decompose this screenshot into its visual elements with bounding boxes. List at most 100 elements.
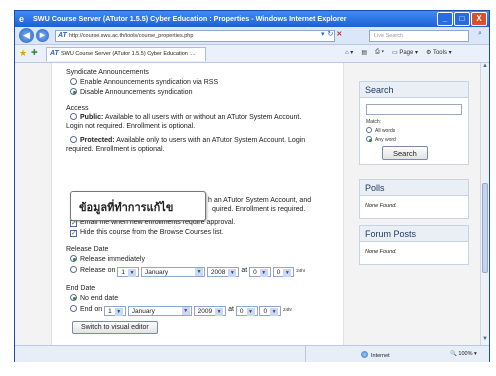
ie-icon: e [19,14,25,24]
back-button[interactable]: ◀ [19,28,34,43]
radio-selected-icon[interactable] [70,294,77,301]
edit-annotation-label: ข้อมูลที่ทำการแก้ไข [70,191,206,221]
end-minute-select[interactable]: 0 ▼ [259,306,282,316]
chevron-down-icon: ▼ [259,269,268,277]
window-title: SWU Course Server (ATutor 1.5.5) Cyber E… [33,14,347,23]
syndicate-disable-option[interactable]: Disable Announcements syndication [70,88,192,96]
add-favorite-icon[interactable]: ✚ [31,48,38,57]
stop-icon[interactable]: ✕ [336,30,342,38]
release-date-heading: Release Date [66,246,109,253]
chevron-down-icon: ▼ [128,269,136,277]
site-icon: AT [58,32,67,39]
chevron-down-icon: ▼ [114,308,123,316]
sidebar: Search Match: All words Any word Search … [349,63,479,345]
radio-icon[interactable] [70,305,77,312]
release-hour-select[interactable]: 0 ▼ [249,267,271,277]
print-icon[interactable]: ⎙ ▾ [375,49,384,56]
end-hour-select[interactable]: 0 ▼ [235,306,258,316]
release-immediately-option[interactable]: Release immediately [70,255,145,263]
access-heading: Access [66,105,89,112]
release-minute-select[interactable]: 0 ▼ [272,267,295,277]
end-month-select[interactable]: January ▼ [127,306,192,316]
release-on-option[interactable]: Release on 1 ▼ January ▼ 2008 ▼ at 0 ▼ 0 ▼ 24… [70,266,305,277]
chevron-down-icon: ▼ [228,269,237,277]
favorites-star-icon[interactable]: ★ [19,48,27,59]
release-year-select[interactable]: 2008 ▼ [206,267,240,277]
radio-icon[interactable] [70,266,77,273]
sidebar-search-button[interactable]: Search [382,146,428,160]
address-url: http://course.swu.ac.th/tools/course_pro… [69,33,194,39]
maximize-button[interactable]: □ [454,12,470,26]
window-controls: _ □ X [437,12,487,26]
release-month-select[interactable]: January ▼ [140,267,205,277]
checkbox-checked-icon[interactable]: ✓ [70,230,77,237]
radio-icon [366,127,372,133]
title-bar: e SWU Course Server (ATutor 1.5.5) Cyber… [15,11,489,27]
radio-icon[interactable] [70,136,77,143]
scroll-thumb[interactable] [482,183,488,273]
tab-site-icon: AT [50,50,59,57]
scroll-up-icon[interactable]: ▲ [481,63,489,72]
end-on-option[interactable]: End on 1 ▼ January ▼ 2009 ▼ at 0 ▼ 0 ▼ 24hr [70,305,292,316]
search-icon[interactable]: ⌕ [473,30,487,42]
tools-menu[interactable]: ⚙ Tools ▾ [426,49,452,56]
minimize-button[interactable]: _ [437,12,453,26]
all-words-option[interactable]: All words [366,127,395,134]
switch-visual-editor-button[interactable]: Switch to visual editor [72,321,158,334]
sidebar-search-input[interactable] [366,104,462,115]
dropdown-icon[interactable]: ▾ [321,30,325,38]
no-end-date-option[interactable]: No end date [70,294,118,302]
syndicate-enable-option[interactable]: Enable Announcements syndication via RSS [70,78,218,86]
radio-selected-icon[interactable] [70,88,77,95]
end-year-select[interactable]: 2009 ▼ [193,306,227,316]
status-bar: Internet 🔍 100% ▾ [15,345,489,362]
browser-window: e SWU Course Server (ATutor 1.5.5) Cyber… [14,10,490,362]
chevron-down-icon: ▼ [270,308,279,316]
page-content: Syndicate Announcements Enable Announcem… [15,63,481,345]
end-day-select[interactable]: 1 ▼ [104,306,126,316]
close-button[interactable]: X [471,12,487,26]
page-menu[interactable]: ▭ Page ▾ [392,49,418,56]
vertical-scrollbar[interactable]: ▲ ▼ [480,63,489,345]
forum-posts-title: Forum Posts [360,226,468,242]
end-date-heading: End Date [66,285,96,292]
radio-selected-icon[interactable] [70,255,77,262]
syndicate-heading: Syndicate Announcements [66,69,149,76]
forum-none-found: None Found. [365,249,397,255]
refresh-icon[interactable]: ↻ [328,30,334,38]
chevron-down-icon: ▼ [215,308,224,316]
feeds-icon[interactable]: ▤ [361,49,367,56]
address-input[interactable]: AT http://course.swu.ac.th/tools/course_… [55,30,335,42]
chevron-down-icon: ▼ [246,308,255,316]
tab-bar: ★ ✚ AT SWU Course Server (ATutor 1.5.5) … [15,45,489,63]
access-protected-option[interactable]: Protected: Available only to users with … [66,136,344,154]
live-search-input[interactable]: Live Search [369,30,469,42]
radio-icon[interactable] [70,113,77,120]
browser-tab[interactable]: AT SWU Course Server (ATutor 1.5.5) Cybe… [46,47,206,61]
polls-box: Polls None Found. [359,179,469,219]
forum-posts-box: Forum Posts None Found. [359,225,469,265]
access-private-option[interactable]: h an ATutor System Account, and quired. … [208,196,344,214]
access-public-option[interactable]: Public: Available to all users with or w… [66,113,344,131]
address-tools: ▾ ↻ ✕ [321,30,342,38]
chevron-down-icon: ▼ [283,269,292,277]
match-label: Match: [366,119,382,125]
chevron-down-icon: ▼ [181,307,190,315]
zoom-level[interactable]: 🔍 100% ▾ [450,351,477,357]
radio-icon[interactable] [70,78,77,85]
polls-title: Polls [360,180,468,196]
home-icon[interactable]: ⌂ ▾ [345,49,353,56]
checkbox-icon[interactable]: ✓ [70,220,77,227]
hide-course-checkbox[interactable]: ✓ Hide this course from the Browse Course… [70,229,224,237]
tab-title: SWU Course Server (ATutor 1.5.5) Cyber E… [61,51,196,57]
command-bar: ⌂ ▾ ▤ ⎙ ▾ ▭ Page ▾ ⚙ Tools ▾ [345,49,452,56]
security-zone: Internet [361,351,390,359]
scroll-down-icon[interactable]: ▼ [481,336,489,345]
forward-button[interactable]: ▶ [36,29,49,42]
address-toolbar: ◀ ▶ AT http://course.swu.ac.th/tools/cou… [15,27,489,45]
release-day-select[interactable]: 1 ▼ [117,267,139,277]
status-divider [305,346,306,362]
radio-selected-icon [366,136,372,142]
any-word-option[interactable]: Any word [366,136,396,143]
chevron-down-icon: ▼ [194,268,203,276]
